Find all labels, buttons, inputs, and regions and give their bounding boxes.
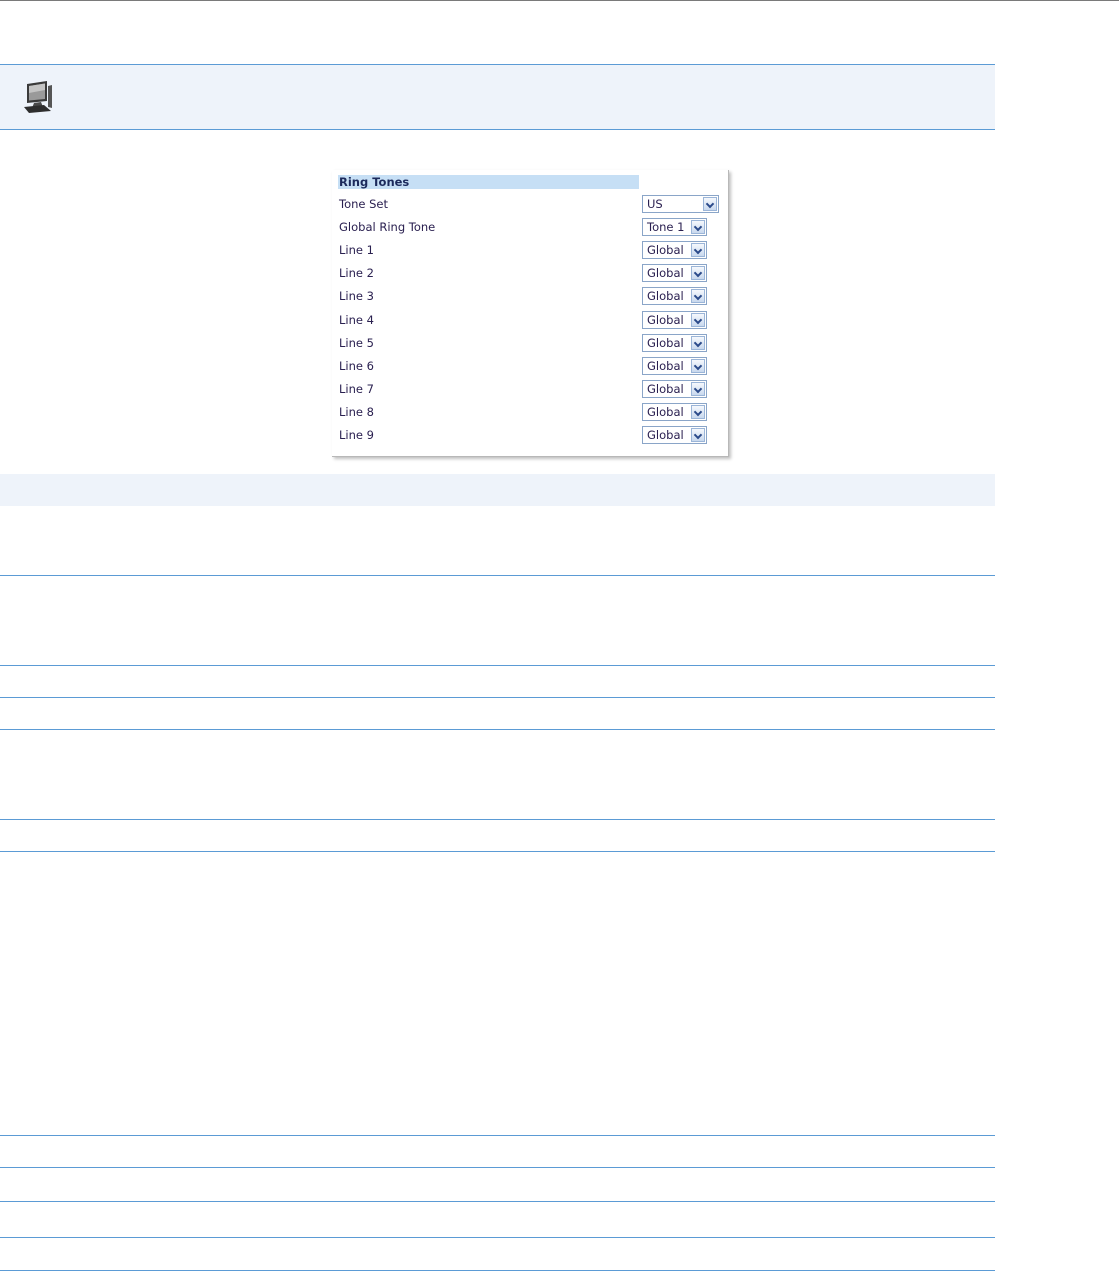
select-value: Global: [647, 336, 684, 350]
select-line-6[interactable]: Global: [642, 357, 707, 375]
table-rule-4: [0, 729, 995, 730]
table-rule-11: [0, 1270, 995, 1271]
table-rule-7: [0, 1135, 995, 1136]
select-value: Global: [647, 243, 684, 257]
table-rule-6: [0, 851, 995, 852]
select-value: Global: [647, 266, 684, 280]
select-value: Global: [647, 382, 684, 396]
chevron-down-icon[interactable]: [691, 428, 705, 442]
label-tone-set: Tone Set: [339, 197, 389, 211]
label-global-ring-tone: Global Ring Tone: [339, 220, 436, 234]
header-bottom-rule: [0, 129, 995, 130]
table-rule-3: [0, 697, 995, 698]
select-line-3[interactable]: Global: [642, 287, 707, 305]
select-value: Global: [647, 405, 684, 419]
table-rule-9: [0, 1201, 995, 1202]
chevron-down-icon[interactable]: [703, 197, 717, 211]
panel-title: Ring Tones: [338, 175, 639, 189]
select-line-5[interactable]: Global: [642, 334, 707, 352]
page-top-rule: [0, 0, 1119, 1]
select-line-7[interactable]: Global: [642, 380, 707, 398]
label-line-2: Line 2: [339, 266, 374, 280]
table-rule-5: [0, 819, 995, 820]
chevron-down-icon[interactable]: [691, 313, 705, 327]
table-rule-2: [0, 665, 995, 666]
chevron-down-icon[interactable]: [691, 382, 705, 396]
table-rule-8: [0, 1167, 995, 1168]
chevron-down-icon[interactable]: [691, 220, 705, 234]
table-rule-1: [0, 575, 995, 576]
chevron-down-icon[interactable]: [691, 405, 705, 419]
label-line-5: Line 5: [339, 336, 374, 350]
select-line-2[interactable]: Global: [642, 264, 707, 282]
label-line-3: Line 3: [339, 289, 374, 303]
select-line-4[interactable]: Global: [642, 311, 707, 329]
table-band: [0, 474, 995, 506]
select-value: Global: [647, 428, 684, 442]
label-line-1: Line 1: [339, 243, 374, 257]
label-line-9: Line 9: [339, 428, 374, 442]
ring-tones-panel: Ring Tones Tone Set US Global Ring Tone Ton…: [332, 170, 729, 457]
select-line-8[interactable]: Global: [642, 403, 707, 421]
header-top-rule: [0, 64, 995, 65]
chevron-down-icon[interactable]: [691, 266, 705, 280]
select-value: Tone 1: [647, 220, 685, 234]
select-line-1[interactable]: Global: [642, 241, 707, 259]
select-tone-set[interactable]: US: [642, 195, 719, 213]
select-line-9[interactable]: Global: [642, 426, 707, 444]
select-global-ring-tone[interactable]: Tone 1: [642, 218, 707, 236]
chevron-down-icon[interactable]: [691, 289, 705, 303]
label-line-6: Line 6: [339, 359, 374, 373]
table-rule-10: [0, 1237, 995, 1238]
chevron-down-icon[interactable]: [691, 243, 705, 257]
chevron-down-icon[interactable]: [691, 336, 705, 350]
select-value: Global: [647, 313, 684, 327]
chevron-down-icon[interactable]: [691, 359, 705, 373]
label-line-4: Line 4: [339, 313, 374, 327]
label-line-8: Line 8: [339, 405, 374, 419]
header-band: [0, 65, 995, 129]
select-value: Global: [647, 289, 684, 303]
computer-icon: [24, 81, 52, 113]
select-value: Global: [647, 359, 684, 373]
label-line-7: Line 7: [339, 382, 374, 396]
select-value: US: [647, 197, 663, 211]
